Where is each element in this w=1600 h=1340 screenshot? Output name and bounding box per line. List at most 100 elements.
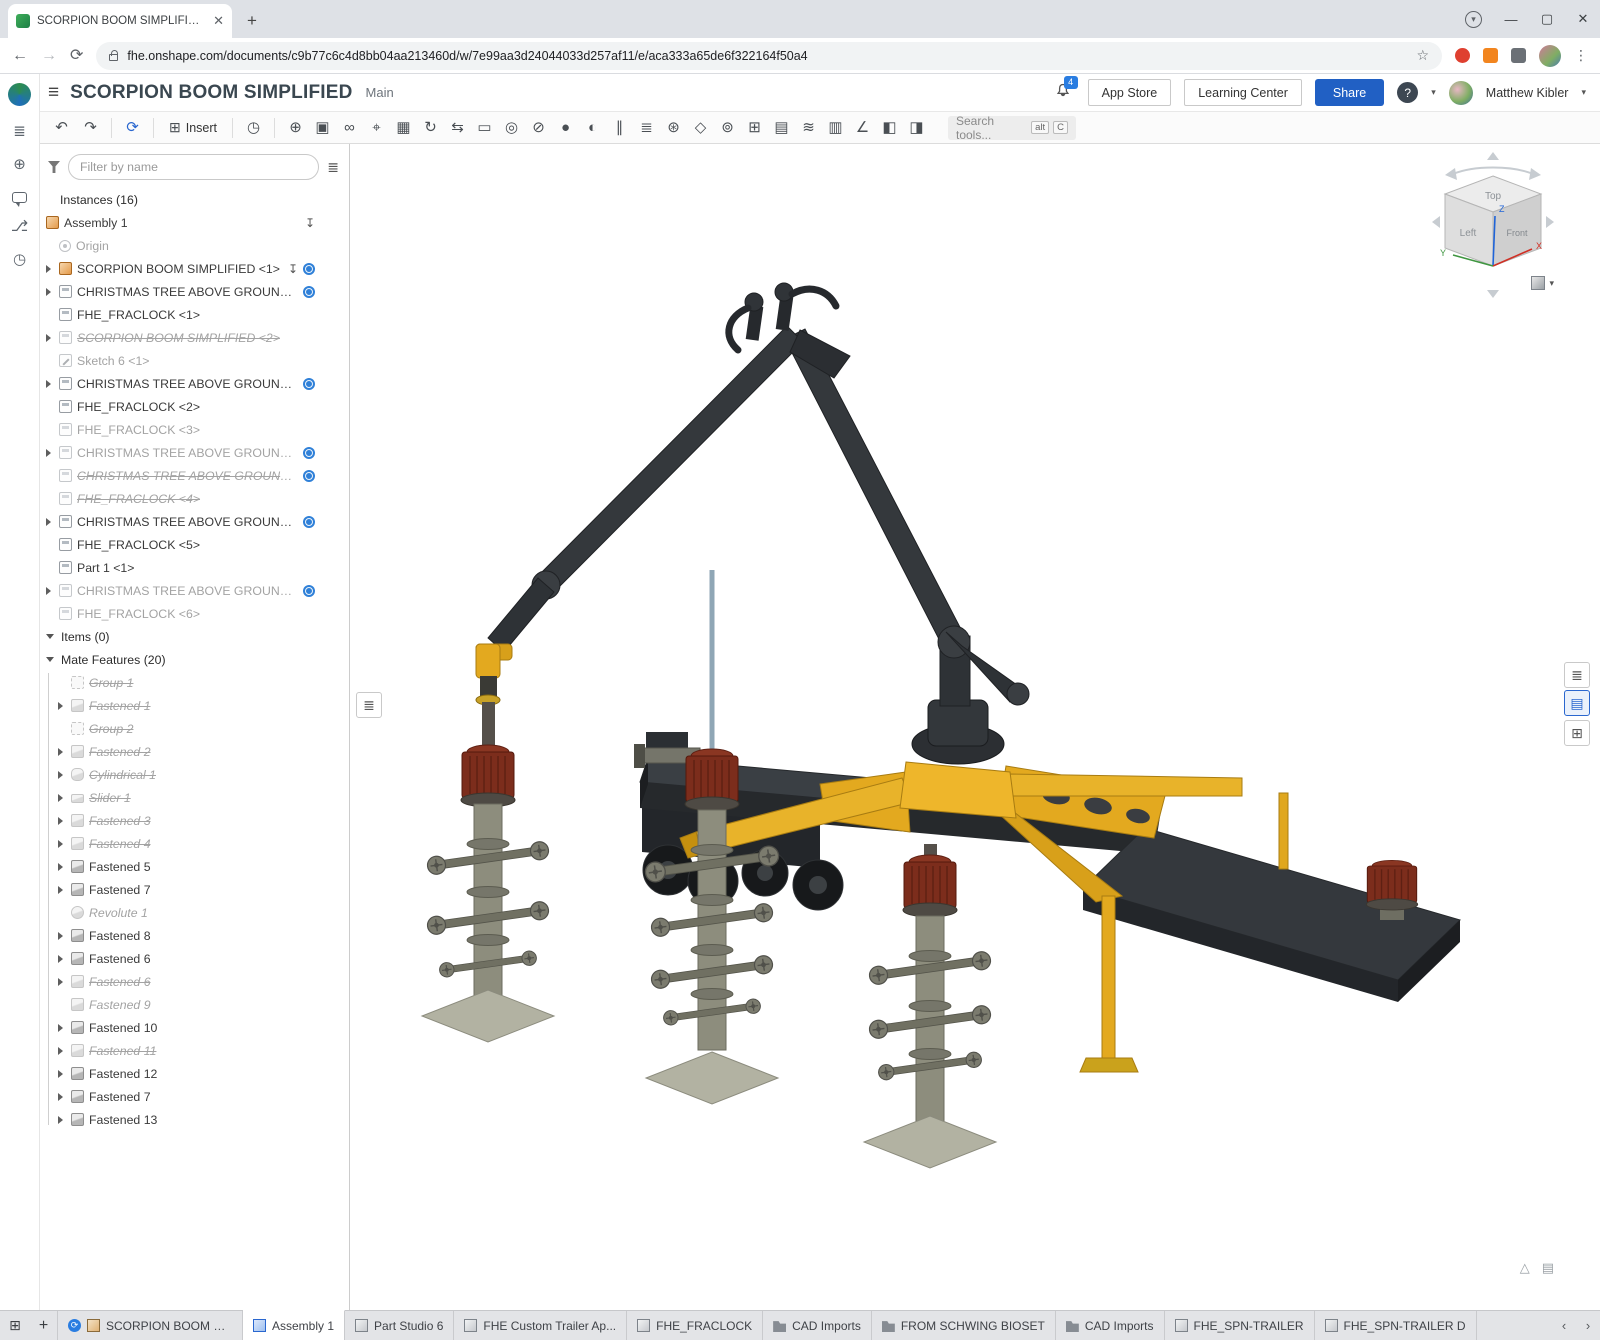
- extension-shield-icon[interactable]: [1483, 48, 1498, 63]
- mate-row[interactable]: Fastened 7: [40, 878, 349, 901]
- notifications-button[interactable]: 4: [1055, 83, 1071, 103]
- list-options-icon[interactable]: ≣: [327, 159, 339, 176]
- insert-to-assembly-icon[interactable]: ↧: [305, 216, 315, 230]
- revolute-icon[interactable]: ↻: [417, 115, 444, 140]
- instance-row[interactable]: CHRISTMAS TREE ABOVE GROUND <6>: [40, 579, 349, 602]
- mate-relation-icon[interactable]: ∞: [336, 115, 363, 140]
- expand-chevron-icon[interactable]: [56, 1046, 66, 1056]
- insert-to-assembly-icon[interactable]: ↧: [288, 262, 298, 276]
- mate-row[interactable]: Fastened 9: [40, 993, 349, 1016]
- expand-chevron-icon[interactable]: [56, 977, 66, 987]
- user-chevron-down-icon[interactable]: ▾: [1581, 87, 1586, 98]
- mirror-icon[interactable]: ◇: [687, 115, 714, 140]
- cad-scene[interactable]: [350, 144, 1600, 1310]
- expand-chevron-icon[interactable]: [56, 862, 66, 872]
- instance-row[interactable]: SCORPION BOOM SIMPLIFIED <1>↧: [40, 257, 349, 280]
- expand-chevron-icon[interactable]: [56, 885, 66, 895]
- instance-row[interactable]: CHRISTMAS TREE ABOVE GROUND <5>: [40, 510, 349, 533]
- mate-row[interactable]: Slider 1: [40, 786, 349, 809]
- assembly-tree-toggle-button[interactable]: ≣: [356, 692, 382, 718]
- app-store-button[interactable]: App Store: [1088, 79, 1172, 106]
- help-button[interactable]: ?: [1397, 82, 1418, 103]
- document-tab-fhe-fraclock[interactable]: FHE_FRACLOCK: [627, 1311, 763, 1340]
- document-tab-cad-imports[interactable]: CAD Imports: [1056, 1311, 1165, 1340]
- parallel-icon[interactable]: ∥: [606, 115, 633, 140]
- refresh-button[interactable]: ⟳: [70, 48, 83, 64]
- document-tab-assembly-1[interactable]: Assembly 1: [243, 1310, 345, 1340]
- mate-row[interactable]: Fastened 4: [40, 832, 349, 855]
- tab-search-icon[interactable]: ▾: [1465, 11, 1482, 28]
- instance-row[interactable]: CHRISTMAS TREE ABOVE GROUND <1>: [40, 372, 349, 395]
- named-positions-icon[interactable]: ≋: [795, 115, 822, 140]
- linked-document-icon[interactable]: [303, 585, 315, 597]
- user-avatar[interactable]: [1449, 81, 1473, 105]
- comments-icon[interactable]: [12, 192, 27, 203]
- hamburger-menu-icon[interactable]: ≡: [48, 82, 59, 104]
- tangent-icon[interactable]: ◐: [579, 115, 606, 140]
- group-icon[interactable]: ▣: [309, 115, 336, 140]
- mate-icon[interactable]: ⊕: [282, 115, 309, 140]
- mate-row[interactable]: Revolute 1: [40, 901, 349, 924]
- browser-menu-icon[interactable]: ⋮: [1574, 47, 1588, 64]
- help-chevron-down-icon[interactable]: ▾: [1431, 87, 1436, 98]
- tabs-scroll-right-icon[interactable]: ›: [1576, 1318, 1600, 1333]
- instance-row[interactable]: Sketch 6 <1>: [40, 349, 349, 372]
- forward-button[interactable]: →: [41, 48, 57, 64]
- linked-document-icon[interactable]: [303, 447, 315, 459]
- expand-chevron-icon[interactable]: [56, 1115, 66, 1125]
- expand-chevron-icon[interactable]: [44, 586, 54, 596]
- linked-document-icon[interactable]: [303, 263, 315, 275]
- apps-grid-icon[interactable]: ⊞: [0, 1311, 30, 1340]
- mate-connector-icon[interactable]: ⌖: [363, 115, 390, 140]
- share-button[interactable]: Share: [1315, 79, 1384, 106]
- feature-panel-button[interactable]: ≣: [1564, 662, 1590, 688]
- bookmark-star-icon[interactable]: ☆: [1416, 47, 1429, 64]
- back-button[interactable]: ←: [12, 48, 28, 64]
- instance-row[interactable]: SCORPION BOOM SIMPLIFIED <2>: [40, 326, 349, 349]
- pin-slot-icon[interactable]: ⊘: [525, 115, 552, 140]
- collapse-chevron-icon[interactable]: [46, 657, 54, 662]
- wellhead-stack-1[interactable]: [422, 644, 554, 1042]
- tabs-scroll-left-icon[interactable]: ‹: [1552, 1318, 1576, 1333]
- mate-row[interactable]: Cylindrical 1: [40, 763, 349, 786]
- instance-row[interactable]: FHE_FRACLOCK <3>: [40, 418, 349, 441]
- pan-left-arrow-icon[interactable]: [1432, 216, 1440, 228]
- rotate-right-arrow-icon[interactable]: [1529, 168, 1541, 180]
- pan-right-arrow-icon[interactable]: [1546, 216, 1554, 228]
- extension-adblock-icon[interactable]: [1455, 48, 1470, 63]
- scorpion-boom[interactable]: [488, 283, 1029, 764]
- onshape-logo[interactable]: [8, 83, 31, 106]
- fastened-icon[interactable]: ▦: [390, 115, 417, 140]
- rotate-left-arrow-icon[interactable]: [1445, 168, 1457, 180]
- circular-pattern-icon[interactable]: ⊛: [660, 115, 687, 140]
- expand-chevron-icon[interactable]: [56, 701, 66, 711]
- document-tab-cad-imports[interactable]: CAD Imports: [763, 1311, 872, 1340]
- measure-icon[interactable]: ∠: [849, 115, 876, 140]
- document-tab-from-schwing-bioset[interactable]: FROM SCHWING BIOSET: [872, 1311, 1056, 1340]
- instance-row[interactable]: FHE_FRACLOCK <5>: [40, 533, 349, 556]
- linked-document-icon[interactable]: [303, 516, 315, 528]
- instance-row[interactable]: CHRISTMAS TREE ABOVE GROUND <2>: [40, 280, 349, 303]
- filter-input[interactable]: [68, 154, 319, 180]
- instance-row[interactable]: FHE_FRACLOCK <2>: [40, 395, 349, 418]
- expand-chevron-icon[interactable]: [56, 954, 66, 964]
- bom-icon[interactable]: ▥: [822, 115, 849, 140]
- versions-icon[interactable]: ⎇: [11, 218, 29, 236]
- maximize-button[interactable]: ▢: [1540, 11, 1554, 27]
- mate-row[interactable]: Fastened 6: [40, 947, 349, 970]
- expand-chevron-icon[interactable]: [56, 1092, 66, 1102]
- browser-tab[interactable]: SCORPION BOOM SIMPLIFIED | A ✕: [8, 4, 232, 38]
- exploded-view-icon[interactable]: ⊞: [741, 115, 768, 140]
- instance-row[interactable]: Part 1 <1>: [40, 556, 349, 579]
- instance-row[interactable]: FHE_FRACLOCK <6>: [40, 602, 349, 625]
- workspace-name[interactable]: Main: [366, 85, 394, 100]
- address-bar[interactable]: fhe.onshape.com/documents/c9b77c6c4d8bb0…: [96, 42, 1442, 70]
- expand-chevron-icon[interactable]: [56, 770, 66, 780]
- window-close-button[interactable]: ✕: [1576, 11, 1590, 27]
- mate-row[interactable]: Fastened 6: [40, 970, 349, 993]
- document-tab-fhe-spn-trailer[interactable]: FHE_SPN-TRAILER: [1165, 1311, 1315, 1340]
- expand-chevron-icon[interactable]: [56, 1069, 66, 1079]
- tables-panel-button[interactable]: ⊞: [1564, 720, 1590, 746]
- mate-row[interactable]: Fastened 3: [40, 809, 349, 832]
- instance-row[interactable]: CHRISTMAS TREE ABOVE GROUND <3>: [40, 441, 349, 464]
